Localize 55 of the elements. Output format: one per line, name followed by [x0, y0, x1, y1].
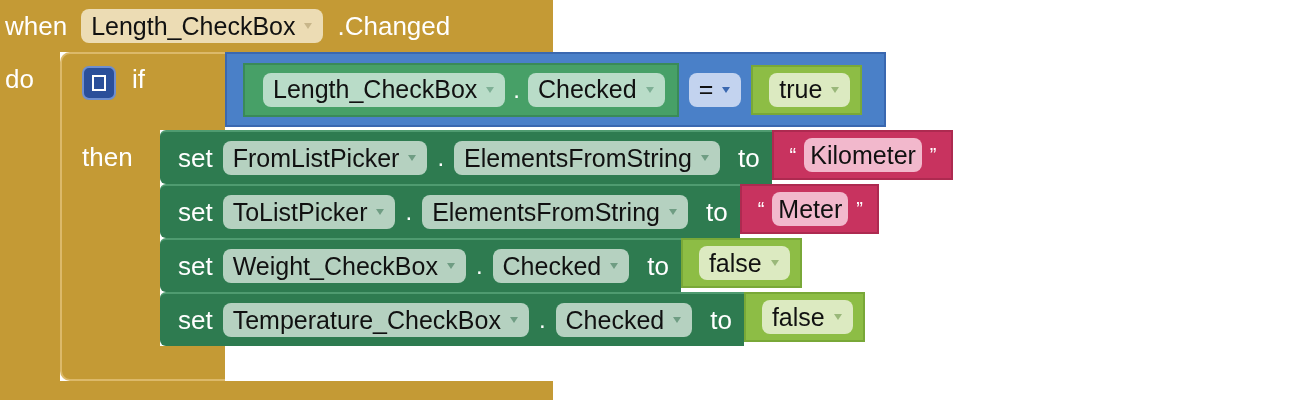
caret-icon	[303, 22, 314, 30]
dot-separator: .	[538, 305, 546, 335]
keyword: then	[82, 142, 133, 172]
component-dropdown[interactable]: Length_CheckBox	[263, 72, 506, 107]
keyword: to	[737, 145, 760, 171]
keyword: to	[710, 307, 732, 333]
caret-icon	[672, 316, 683, 324]
keyword: set	[178, 199, 213, 225]
caret-icon	[830, 85, 841, 94]
caret-icon	[721, 85, 732, 94]
boolean-dropdown[interactable]: false	[761, 300, 853, 334]
caret-icon	[485, 85, 496, 94]
open-quote: “	[789, 143, 797, 168]
keyword: set	[178, 307, 213, 333]
caret-icon	[407, 154, 418, 162]
component-dropdown[interactable]: FromListPicker	[222, 141, 428, 175]
keyword: do	[5, 64, 34, 94]
component-dropdown[interactable]: Temperature_CheckBox	[222, 303, 529, 337]
property-dropdown[interactable]: Checked	[528, 72, 665, 107]
keyword: set	[178, 145, 213, 171]
component-dropdown[interactable]: Length_CheckBox	[81, 9, 324, 43]
property-dropdown[interactable]: ElementsFromString	[454, 141, 720, 175]
close-quote: ”	[856, 197, 863, 222]
caret-icon	[375, 208, 386, 216]
text-field[interactable]: Kilometer	[804, 138, 922, 172]
property-dropdown[interactable]: Checked	[555, 303, 693, 337]
keyword: when	[5, 13, 68, 39]
boolean-dropdown[interactable]: true	[769, 72, 851, 107]
caret-icon	[769, 259, 780, 267]
keyword: to	[647, 253, 669, 279]
component-dropdown[interactable]: Weight_CheckBox	[222, 249, 466, 283]
property-dropdown[interactable]: ElementsFromString	[422, 195, 688, 229]
dot-separator: .	[405, 197, 413, 227]
keyword: if	[132, 66, 145, 92]
caret-icon	[609, 262, 620, 270]
dot-separator: .	[475, 251, 483, 281]
caret-icon	[508, 316, 519, 324]
dot-separator: .	[437, 143, 445, 173]
square-icon[interactable]	[82, 66, 116, 100]
caret-icon	[699, 154, 710, 162]
keyword: to	[706, 199, 728, 225]
close-quote: ”	[929, 143, 937, 168]
dot-separator: .	[513, 74, 520, 105]
caret-icon	[832, 313, 843, 321]
boolean-dropdown[interactable]: false	[698, 246, 790, 280]
event-name: .Changed	[337, 13, 451, 39]
operator-dropdown[interactable]: =	[688, 72, 742, 107]
text-field[interactable]: Meter	[772, 192, 849, 226]
caret-icon	[445, 262, 456, 270]
open-quote: “	[757, 197, 765, 222]
property-dropdown[interactable]: Checked	[492, 249, 630, 283]
component-dropdown[interactable]: ToListPicker	[222, 195, 396, 229]
caret-icon	[644, 85, 655, 94]
keyword: set	[178, 253, 213, 279]
caret-icon	[668, 208, 678, 216]
